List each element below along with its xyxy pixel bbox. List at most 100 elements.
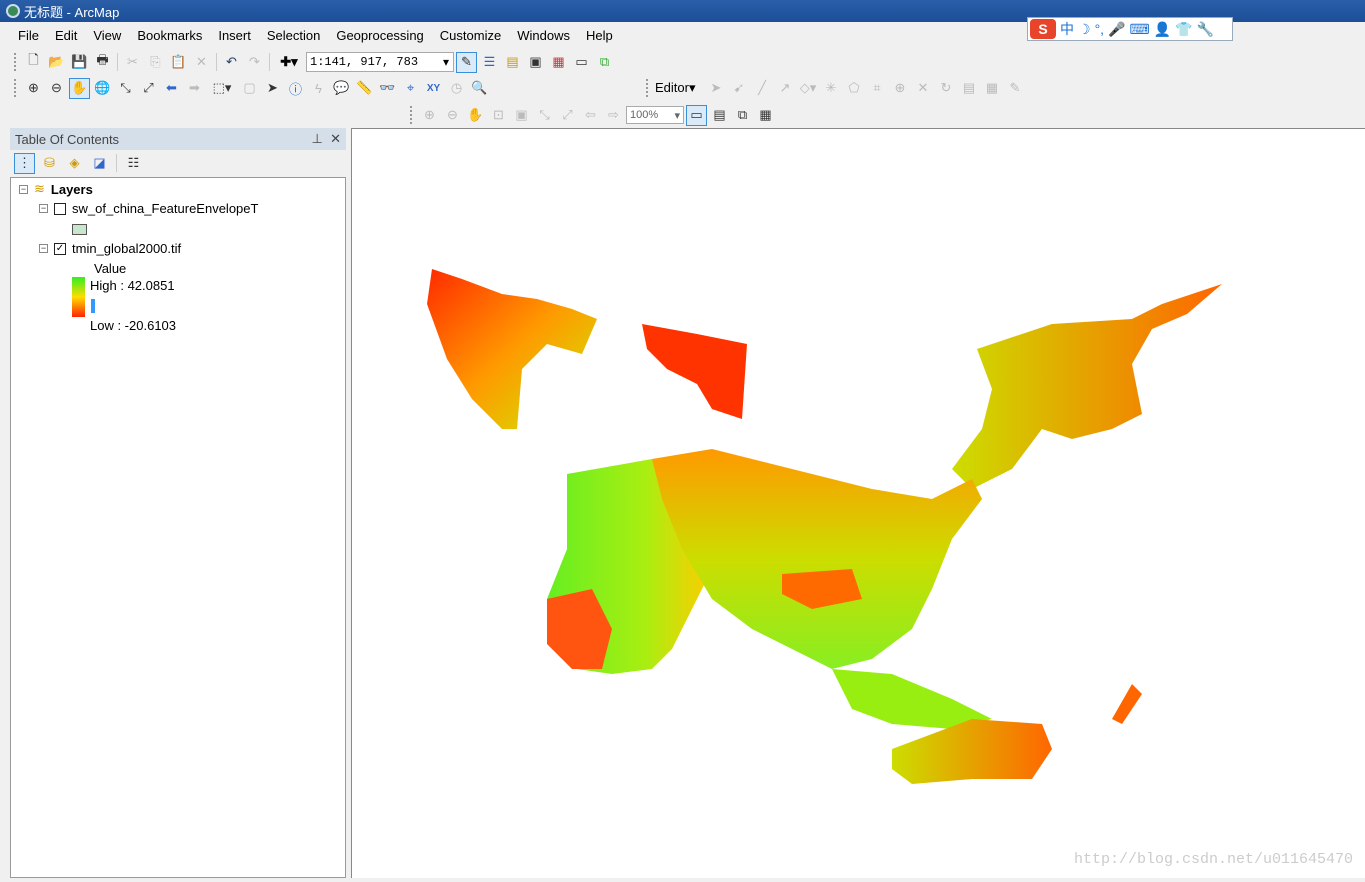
zoom-in-icon[interactable]: ⊕ <box>23 78 44 99</box>
toolbar-grip[interactable] <box>410 106 414 124</box>
search-window-icon[interactable]: ▣ <box>525 52 546 73</box>
menu-selection[interactable]: Selection <box>259 28 328 43</box>
map-scale-input[interactable]: 1:141, 917, 783 ▾ <box>306 52 454 72</box>
list-by-drawing-order-icon[interactable]: ⋮ <box>14 152 35 174</box>
color-ramp[interactable] <box>72 277 85 317</box>
layout-zoom-select[interactable]: 100% ▾ <box>626 106 684 124</box>
html-popup-icon[interactable]: 💬 <box>331 78 352 99</box>
ime-skin-icon[interactable]: 👕 <box>1175 21 1192 38</box>
point-icon[interactable]: ✳ <box>821 78 842 99</box>
menu-help[interactable]: Help <box>578 28 621 43</box>
ime-moon-icon[interactable]: ☽ <box>1078 21 1091 38</box>
magnifier-icon[interactable]: 🔍 <box>469 78 490 99</box>
select-elements-icon[interactable]: ➤ <box>262 78 283 99</box>
hyperlink-icon[interactable]: ϟ <box>308 78 329 99</box>
menu-bookmarks[interactable]: Bookmarks <box>129 28 210 43</box>
reshape-icon[interactable]: ⌗ <box>867 78 888 99</box>
editor-menu[interactable]: Editor▾ <box>655 80 696 96</box>
print-icon[interactable]: 🖶 <box>92 52 113 73</box>
collapse-icon[interactable]: − <box>19 184 28 194</box>
ime-keyboard-icon[interactable]: ⌨ <box>1130 21 1150 38</box>
measure-icon[interactable]: 📏 <box>354 78 375 99</box>
rotate-icon[interactable]: ↻ <box>936 78 957 99</box>
zoom-100-icon[interactable]: ▣ <box>511 105 532 126</box>
toolbar-grip[interactable] <box>646 79 650 97</box>
menu-customize[interactable]: Customize <box>432 28 509 43</box>
arctoolbox-icon[interactable]: ▦ <box>548 52 569 73</box>
focus-data-frame-icon[interactable]: ▤ <box>709 105 730 126</box>
save-icon[interactable]: 💾 <box>69 52 90 73</box>
zoom-out-icon[interactable]: ⊖ <box>46 78 67 99</box>
toolbar-grip[interactable] <box>14 53 18 71</box>
toolbar-grip[interactable] <box>14 79 18 97</box>
open-icon[interactable]: 📂 <box>46 52 67 73</box>
redo-icon[interactable]: ↷ <box>244 52 265 73</box>
previous-extent-icon[interactable]: ⇦ <box>580 105 601 126</box>
modelbuilder-icon[interactable]: ⧉ <box>594 52 615 73</box>
layer-visibility-checkbox[interactable] <box>54 202 66 215</box>
data-driven-pages-icon[interactable]: ▦ <box>755 105 776 126</box>
layer-item[interactable]: − ✓ tmin_global2000.tif <box>39 241 181 256</box>
time-slider-icon[interactable]: ◷ <box>446 78 467 99</box>
select-features-icon[interactable]: ⬚▾ <box>207 78 237 99</box>
edit-tool-icon[interactable]: ➤ <box>706 78 727 99</box>
layout-zoom-in-icon[interactable]: ⊕ <box>419 105 440 126</box>
cut-icon[interactable]: ✂ <box>122 52 143 73</box>
list-by-selection-icon[interactable]: ◪ <box>89 153 110 174</box>
menu-file[interactable]: File <box>10 28 47 43</box>
ime-user-icon[interactable]: 👤 <box>1154 21 1171 38</box>
identify-icon[interactable]: ⓘ <box>285 78 306 99</box>
find-icon[interactable]: 👓 <box>377 78 398 99</box>
fixed-zoom-in-icon[interactable]: ⤡ <box>115 78 136 99</box>
list-by-source-icon[interactable]: ⛁ <box>39 153 60 174</box>
ime-settings-icon[interactable]: 🔧 <box>1197 21 1214 38</box>
map-view[interactable]: http://blog.csdn.net/u011645470 <box>351 128 1365 878</box>
toggle-draft-mode-icon[interactable]: ▭ <box>686 104 707 126</box>
find-route-icon[interactable]: ⌖ <box>400 78 421 99</box>
edit-vertices-icon[interactable]: ⬠ <box>844 78 865 99</box>
ime-mic-icon[interactable]: 🎤 <box>1108 21 1125 38</box>
chevron-down-icon[interactable]: ▾ <box>674 109 680 122</box>
forward-icon[interactable]: ➡ <box>184 78 205 99</box>
create-features-icon[interactable]: ✎ <box>1005 78 1026 99</box>
straight-segment-icon[interactable]: ╱ <box>752 78 773 99</box>
cut-polygons-icon[interactable]: ⊕ <box>890 78 911 99</box>
fixed-zoom-out-layout-icon[interactable]: ⤢ <box>557 105 578 126</box>
layer-symbol-swatch[interactable] <box>72 224 87 235</box>
menu-windows[interactable]: Windows <box>509 28 578 43</box>
edit-annotation-icon[interactable]: ➹ <box>729 78 750 99</box>
ime-punct-icon[interactable]: °, <box>1095 21 1105 37</box>
editor-toolbar-icon[interactable]: ✎ <box>456 51 477 73</box>
pin-icon[interactable]: ⊥ <box>312 131 323 146</box>
attributes-icon[interactable]: ▤ <box>959 78 980 99</box>
collapse-icon[interactable]: − <box>39 204 48 213</box>
trace-icon[interactable]: ↗ <box>775 78 796 99</box>
delete-icon[interactable]: ✕ <box>191 52 212 73</box>
layout-zoom-out-icon[interactable]: ⊖ <box>442 105 463 126</box>
zoom-whole-page-icon[interactable]: ⊡ <box>488 105 509 126</box>
layout-pan-icon[interactable]: ✋ <box>465 105 486 126</box>
collapse-icon[interactable]: − <box>39 244 48 253</box>
ime-mode[interactable]: 中 <box>1060 19 1074 39</box>
layers-group[interactable]: − ≋ Layers <box>19 181 93 197</box>
sketch-properties-icon[interactable]: ▦ <box>982 78 1003 99</box>
copy-icon[interactable]: ⎘ <box>145 52 166 73</box>
menu-geoprocessing[interactable]: Geoprocessing <box>328 28 431 43</box>
change-layout-icon[interactable]: ⧉ <box>732 105 753 126</box>
options-icon[interactable]: ☷ <box>123 153 144 174</box>
menu-insert[interactable]: Insert <box>210 28 259 43</box>
fixed-zoom-out-icon[interactable]: ⤢ <box>138 78 159 99</box>
go-to-xy-icon[interactable]: XY <box>423 78 444 99</box>
clear-selection-icon[interactable]: ▢ <box>239 78 260 99</box>
add-data-icon[interactable]: ✚▾ <box>274 52 304 73</box>
table-of-contents-icon[interactable]: ☰ <box>479 52 500 73</box>
undo-icon[interactable]: ↶ <box>221 52 242 73</box>
python-window-icon[interactable]: ▭ <box>571 52 592 73</box>
paste-icon[interactable]: 📋 <box>168 52 189 73</box>
full-extent-icon[interactable]: 🌐 <box>92 78 113 99</box>
menu-edit[interactable]: Edit <box>47 28 85 43</box>
back-icon[interactable]: ⬅ <box>161 78 182 99</box>
layer-visibility-checkbox[interactable]: ✓ <box>54 242 66 255</box>
construction-tools-icon[interactable]: ◇▾ <box>798 78 819 99</box>
split-icon[interactable]: ✕ <box>913 78 934 99</box>
